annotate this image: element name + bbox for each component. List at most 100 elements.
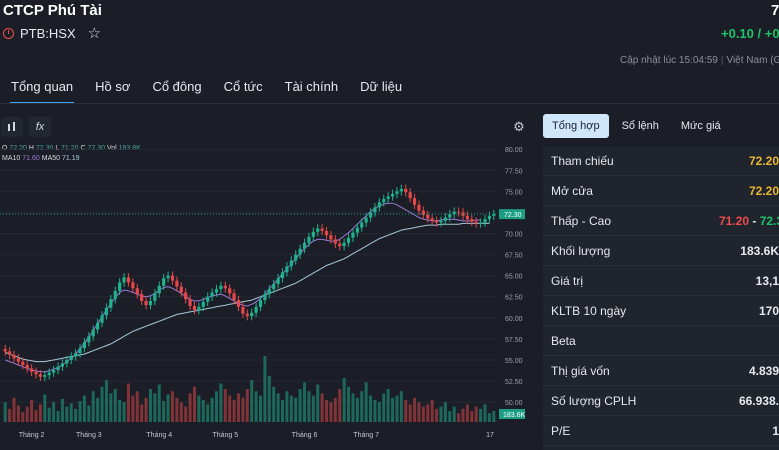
volume-bar <box>179 402 183 422</box>
company-name: CTCP Phú Tài <box>3 2 102 19</box>
volume-bar <box>250 380 254 422</box>
stat-label: Thị giá vốn <box>551 364 610 378</box>
candle-body <box>96 322 100 330</box>
tab-overview[interactable]: Tổng quan <box>0 79 84 104</box>
stat-value: 1 <box>772 424 779 438</box>
volume-bar <box>60 398 64 422</box>
candle-body <box>188 299 192 307</box>
candle-body <box>126 277 131 283</box>
candle-body <box>404 188 408 193</box>
tab-price-levels[interactable]: Mức giá <box>672 114 730 138</box>
bar-chart-icon[interactable] <box>1 117 23 137</box>
volume-bar <box>391 397 395 422</box>
volume-bar <box>342 378 346 422</box>
volume-bar <box>373 400 377 422</box>
stat-value-range: 71.20 - 72.30 <box>719 214 779 228</box>
candle-body <box>38 374 43 377</box>
tab-profile[interactable]: Hồ sơ <box>84 79 141 101</box>
candle-body <box>241 306 245 314</box>
volume-bar <box>228 395 232 422</box>
candle-body <box>320 228 324 231</box>
stat-label: P/E <box>551 424 571 438</box>
candle-body <box>254 306 258 313</box>
stat-row-low-high: Thấp - Cao 71.20 - 72.30 <box>543 206 779 236</box>
candle-body <box>148 300 153 306</box>
candle-body <box>223 285 227 289</box>
tab-orderbook[interactable]: Sổ lệnh <box>613 114 668 138</box>
update-info: Cập nhật lúc 15:04:59|Việt Nam (GMT+7) <box>620 55 779 66</box>
candle-body <box>355 227 359 233</box>
volume-bar <box>91 391 95 422</box>
candle-body <box>382 198 386 203</box>
volume-bar <box>16 405 20 422</box>
volume-bar <box>135 391 139 422</box>
price-chart[interactable]: 80.0077.5075.0072.5070.0067.5065.0062.50… <box>0 140 530 440</box>
volume-bar <box>347 386 351 422</box>
y-tick-label: 75.00 <box>505 189 523 196</box>
candle-body <box>157 285 161 294</box>
tab-dividends[interactable]: Cổ tức <box>213 79 274 101</box>
candle-body <box>192 306 197 311</box>
candle-body <box>91 329 95 337</box>
candle-body <box>412 198 417 205</box>
volume-bar <box>12 397 16 422</box>
stat-value: 72.20 <box>748 154 779 168</box>
candle-body <box>228 288 232 294</box>
volume-bar <box>452 406 456 422</box>
tab-summary[interactable]: Tổng hợp <box>543 114 609 138</box>
volume-bar <box>96 397 100 422</box>
volume-bar <box>351 393 355 422</box>
volume-bar <box>166 394 170 422</box>
volume-bar <box>8 408 12 422</box>
stat-label: KLTB 10 ngày <box>551 304 627 318</box>
tab-data[interactable]: Dữ liệu <box>349 79 413 101</box>
candle-body <box>307 236 311 243</box>
candle-body <box>113 290 117 300</box>
volume-bar <box>329 402 333 422</box>
gear-icon[interactable]: ⚙ <box>510 118 528 136</box>
volume-bar <box>289 395 293 422</box>
volume-bar <box>360 391 364 422</box>
volume-bar <box>126 383 130 422</box>
y-tick-label: 80.00 <box>505 147 523 154</box>
candle-body <box>12 354 16 359</box>
volume-bar <box>338 389 342 422</box>
candle-body <box>184 292 188 300</box>
volume-bar <box>131 395 135 422</box>
candle-body <box>470 219 474 222</box>
y-tick-label: 70.00 <box>505 232 523 239</box>
x-tick-label: Tháng 6 <box>292 432 318 439</box>
volume-bar <box>236 393 240 422</box>
candle-body <box>285 266 289 273</box>
volume-bar <box>311 395 315 422</box>
star-icon[interactable]: ☆ <box>88 26 101 41</box>
volume-bar <box>395 395 399 422</box>
tab-shareholders[interactable]: Cổ đông <box>141 79 212 101</box>
tab-financials[interactable]: Tài chính <box>274 79 349 101</box>
volume-bar <box>461 408 465 422</box>
candle-body <box>280 272 285 279</box>
volume-bar <box>69 403 73 422</box>
candle-body <box>122 277 126 283</box>
volume-bar <box>78 401 82 422</box>
volume-bar <box>223 389 227 422</box>
x-tick-label: Tháng 4 <box>146 432 172 439</box>
candle-body <box>232 293 236 301</box>
volume-bar <box>426 404 430 422</box>
volume-bar <box>148 389 152 422</box>
indicators-button[interactable]: fx <box>29 117 51 137</box>
candle-body <box>43 375 47 377</box>
candle-body <box>302 242 307 249</box>
y-tick-label: 67.50 <box>505 253 523 260</box>
candle-body <box>324 230 329 236</box>
volume-bar <box>47 407 51 422</box>
candle-body <box>153 293 157 301</box>
volume-bar <box>56 411 60 422</box>
y-tick-label: 60.00 <box>505 316 523 323</box>
ticker-row: PTB:HSX ☆ <box>3 26 101 41</box>
volume-bar <box>267 375 271 422</box>
stat-value: 66.938. <box>738 394 779 408</box>
candle-body <box>52 370 56 373</box>
candle-body <box>443 217 447 221</box>
stat-row-market-cap: Thị giá vốn 4.839 <box>543 356 779 386</box>
